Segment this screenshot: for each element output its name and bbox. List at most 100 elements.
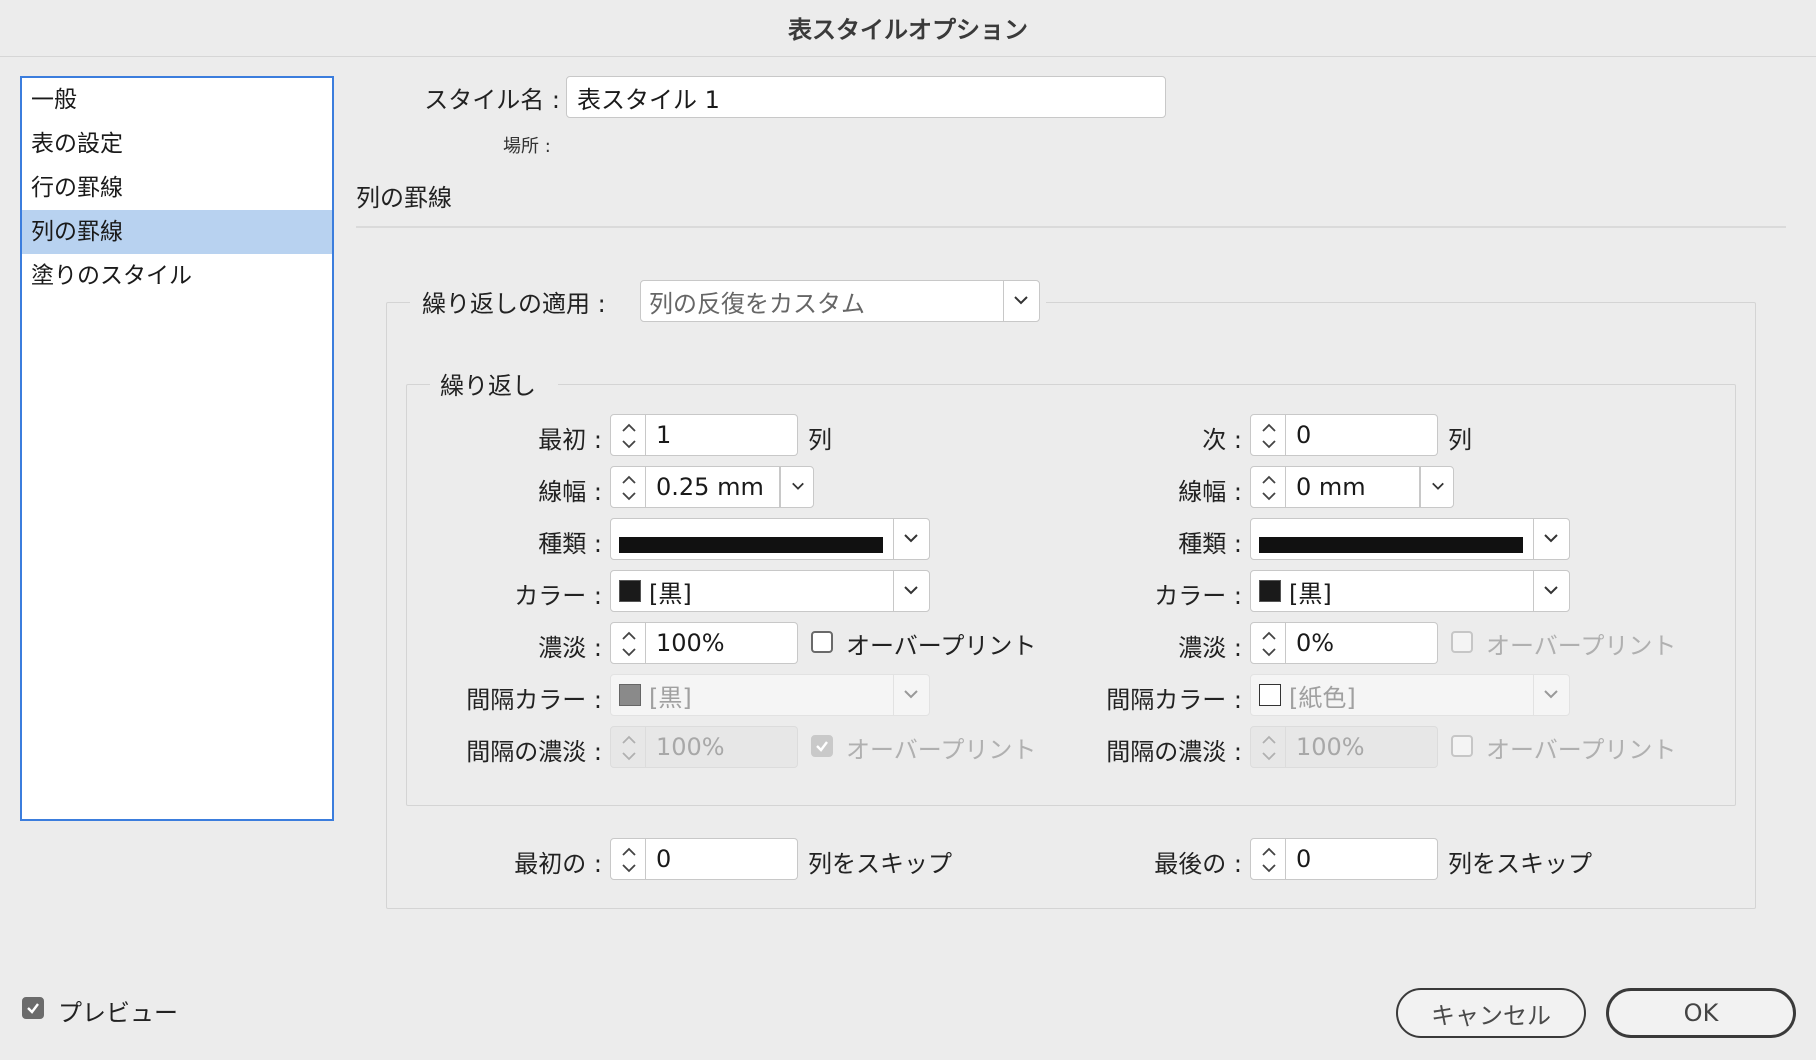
next-tint-input[interactable]: 0% xyxy=(1286,622,1438,664)
repeat-title: 繰り返し xyxy=(440,372,536,400)
chevron-down-icon xyxy=(904,586,918,595)
cancel-button[interactable]: キャンセル xyxy=(1396,988,1586,1038)
skip-last-label: 最後の : xyxy=(1154,850,1242,878)
sidebar-item-row-strokes[interactable]: 行の罫線 xyxy=(22,166,332,210)
first-gap-color-select[interactable]: [黒] xyxy=(610,674,930,716)
first-gap-color-label: 間隔カラー : xyxy=(466,686,602,714)
skip-first-input[interactable]: 0 xyxy=(646,838,798,880)
next-count-label: 次 : xyxy=(1202,426,1242,454)
stepper-arrows-icon xyxy=(1262,475,1276,501)
skip-first-unit: 列をスキップ xyxy=(808,850,952,878)
first-count-unit: 列 xyxy=(808,426,832,454)
first-overprint-label[interactable]: オーバープリント xyxy=(846,626,1036,661)
gray-color-swatch xyxy=(619,684,641,706)
first-gap-tint-input[interactable]: 100% xyxy=(646,726,798,768)
first-color-value-wrap: [黒] xyxy=(619,571,692,611)
black-color-swatch xyxy=(1259,580,1281,602)
chevron-down-icon xyxy=(904,690,918,699)
next-gap-tint-stepper[interactable] xyxy=(1250,726,1286,768)
select-separator xyxy=(1533,519,1534,559)
stepper-arrows-icon xyxy=(1262,631,1276,657)
first-type-label: 種類 : xyxy=(538,530,602,558)
preview-label[interactable]: プレビュー xyxy=(58,993,178,1028)
sidebar-item-general[interactable]: 一般 xyxy=(22,78,332,122)
checkmark-icon xyxy=(27,1003,39,1014)
location-label: 場所 : xyxy=(503,136,551,157)
next-weight-stepper[interactable] xyxy=(1250,466,1286,508)
first-count-label: 最初 : xyxy=(538,426,602,454)
stepper-arrows-icon xyxy=(622,475,636,501)
style-name-input[interactable]: 表スタイル 1 xyxy=(566,76,1166,118)
sidebar-item-table-setup[interactable]: 表の設定 xyxy=(22,122,332,166)
alternating-label: 繰り返しの適用 : xyxy=(422,290,606,318)
next-weight-label: 線幅 : xyxy=(1178,478,1242,506)
next-count-input[interactable]: 0 xyxy=(1286,414,1438,456)
solid-stroke-swatch xyxy=(619,537,883,553)
next-gap-color-select[interactable]: [紙色] xyxy=(1250,674,1570,716)
next-overprint-checkbox[interactable] xyxy=(1451,631,1473,653)
first-weight-stepper[interactable] xyxy=(610,466,646,508)
first-gap-color-value: [黒] xyxy=(649,683,692,712)
chevron-down-icon xyxy=(1544,534,1558,543)
chevron-down-icon xyxy=(792,482,804,490)
skip-first-stepper[interactable] xyxy=(610,838,646,880)
first-color-select[interactable]: [黒] xyxy=(610,570,930,612)
next-count-stepper[interactable] xyxy=(1250,414,1286,456)
next-color-select[interactable]: [黒] xyxy=(1250,570,1570,612)
select-separator xyxy=(1533,571,1534,611)
first-tint-input[interactable]: 100% xyxy=(646,622,798,664)
alternating-pattern-value: 列の反復をカスタム xyxy=(649,289,865,318)
title-bar: 表スタイルオプション xyxy=(0,0,1816,57)
next-color-label: カラー : xyxy=(1154,582,1242,610)
next-gap-overprint-checkbox[interactable] xyxy=(1451,735,1473,757)
next-color-value-wrap: [黒] xyxy=(1259,571,1332,611)
next-stroke-type-select[interactable] xyxy=(1250,518,1570,560)
paper-color-swatch xyxy=(1259,684,1281,706)
first-overprint-checkbox[interactable] xyxy=(811,631,833,653)
preview-checkbox[interactable] xyxy=(22,997,44,1019)
next-color-value: [黒] xyxy=(1289,579,1332,608)
first-tint-stepper[interactable] xyxy=(610,622,646,664)
sidebar-item-column-strokes[interactable]: 列の罫線 xyxy=(22,210,332,254)
section-divider xyxy=(356,226,1786,228)
first-tint-label: 濃淡 : xyxy=(538,634,602,662)
next-type-label: 種類 : xyxy=(1178,530,1242,558)
alternating-pattern-select[interactable]: 列の反復をカスタム xyxy=(640,280,1040,322)
first-weight-input[interactable]: 0.25 mm xyxy=(646,466,780,508)
ok-button[interactable]: OK xyxy=(1606,988,1796,1038)
skip-last-unit: 列をスキップ xyxy=(1448,850,1592,878)
stepper-arrows-icon xyxy=(622,423,636,449)
stepper-arrows-icon xyxy=(622,631,636,657)
first-gap-tint-stepper[interactable] xyxy=(610,726,646,768)
skip-last-input[interactable]: 0 xyxy=(1286,838,1438,880)
first-stroke-type-select[interactable] xyxy=(610,518,930,560)
next-overprint-label[interactable]: オーバープリント xyxy=(1486,626,1676,661)
next-weight-input[interactable]: 0 mm xyxy=(1286,466,1420,508)
stepper-arrows-icon xyxy=(622,847,636,873)
first-gap-overprint-checkbox[interactable] xyxy=(811,735,833,757)
skip-last-stepper[interactable] xyxy=(1250,838,1286,880)
style-name-label: スタイル名 : xyxy=(424,86,560,114)
next-gap-tint-input[interactable]: 100% xyxy=(1286,726,1438,768)
first-weight-dropdown[interactable] xyxy=(780,466,814,508)
next-count-unit: 列 xyxy=(1448,426,1472,454)
select-separator xyxy=(893,519,894,559)
stepper-arrows-icon xyxy=(1262,847,1276,873)
next-gap-color-label: 間隔カラー : xyxy=(1106,686,1242,714)
select-separator xyxy=(893,675,894,715)
sidebar-item-fills[interactable]: 塗りのスタイル xyxy=(22,254,332,298)
first-count-stepper[interactable] xyxy=(610,414,646,456)
first-weight-label: 線幅 : xyxy=(538,478,602,506)
next-tint-stepper[interactable] xyxy=(1250,622,1286,664)
next-weight-dropdown[interactable] xyxy=(1420,466,1454,508)
first-gap-overprint-label[interactable]: オーバープリント xyxy=(846,730,1036,765)
chevron-down-icon[interactable] xyxy=(1013,295,1029,305)
category-list[interactable]: 一般 表の設定 行の罫線 列の罫線 塗りのスタイル xyxy=(20,76,334,821)
section-title: 列の罫線 xyxy=(356,184,452,212)
select-separator xyxy=(1003,281,1004,321)
next-gap-overprint-label[interactable]: オーバープリント xyxy=(1486,730,1676,765)
stepper-arrows-icon xyxy=(1262,735,1276,761)
first-gap-tint-label: 間隔の濃淡 : xyxy=(466,738,602,766)
select-separator xyxy=(893,571,894,611)
first-count-input[interactable]: 1 xyxy=(646,414,798,456)
